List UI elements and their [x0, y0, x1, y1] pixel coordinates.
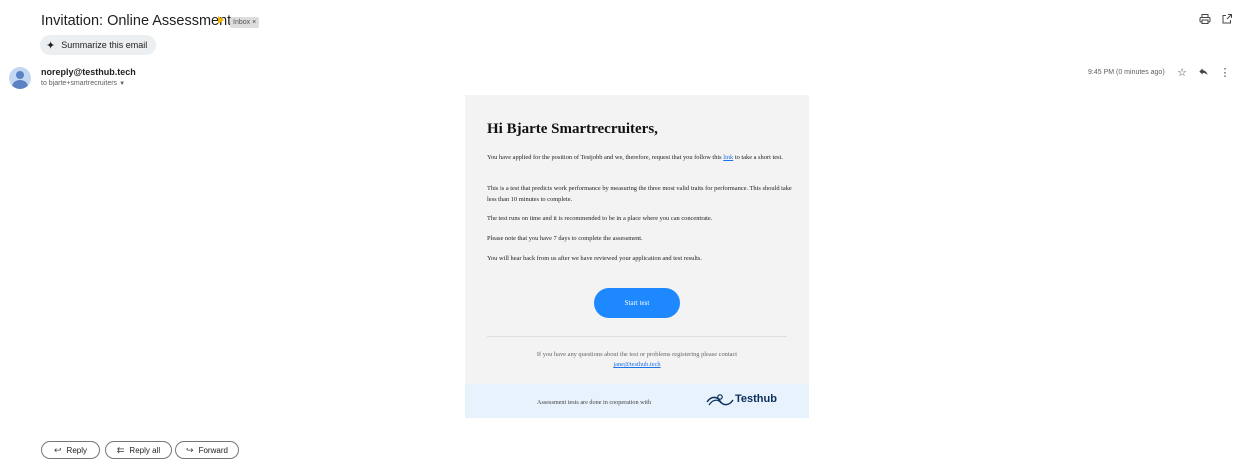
- forward-icon: ↪: [186, 444, 194, 455]
- reply-icon[interactable]: [1196, 66, 1210, 80]
- testhub-logo-icon: [705, 393, 735, 409]
- reply-all-button[interactable]: ⇇ Reply all: [105, 441, 172, 459]
- email-timestamp: 9:45 PM (0 minutes ago): [1088, 69, 1165, 76]
- divider: [487, 336, 787, 337]
- sender-address[interactable]: noreply@testhub.tech: [41, 67, 136, 77]
- email-subject: Invitation: Online Assessment: [41, 13, 232, 29]
- star-icon[interactable]: ☆: [1175, 66, 1189, 80]
- paragraph-timing: The test runs on time and it is recommen…: [487, 215, 713, 222]
- remove-label-icon[interactable]: ×: [252, 19, 256, 26]
- footer-contact: If you have any questions about the test…: [515, 350, 759, 370]
- inbox-label-chip[interactable]: Inbox ×: [230, 17, 260, 28]
- forward-label: Forward: [198, 445, 228, 455]
- reply-label: Reply: [66, 445, 87, 455]
- paragraph-apply-text: You have applied for the position of Tes…: [487, 154, 724, 161]
- cooperation-banner: Assessment tests are done in cooperation…: [465, 384, 809, 418]
- reply-all-icon: ⇇: [116, 444, 125, 455]
- contact-email-link[interactable]: jane@testhub.tech: [613, 361, 660, 368]
- paragraph-followup: You will hear back from us after we have…: [487, 255, 702, 262]
- test-link[interactable]: link: [723, 154, 733, 161]
- recipient-line[interactable]: to bjarte+smartrecruiters ▼: [41, 80, 125, 87]
- start-test-button[interactable]: Start test: [594, 288, 680, 318]
- paragraph-deadline: Please note that you have 7 days to comp…: [487, 235, 643, 242]
- reply-icon: ↩: [54, 444, 62, 455]
- brand-name: Testhub: [735, 393, 777, 405]
- sparkle-icon: ✦: [46, 39, 56, 52]
- open-in-new-window-icon[interactable]: [1219, 13, 1235, 29]
- sender-avatar[interactable]: [9, 67, 31, 89]
- summarize-button[interactable]: ✦ Summarize this email: [40, 35, 157, 55]
- greeting: Hi Bjarte Smartrecruiters,: [487, 121, 658, 137]
- importance-marker-icon[interactable]: [218, 16, 224, 24]
- email-body-card: Hi Bjarte Smartrecruiters, You have appl…: [465, 95, 809, 418]
- reply-all-label: Reply all: [129, 445, 161, 455]
- inbox-label-text: Inbox: [233, 19, 251, 26]
- forward-button[interactable]: ↪ Forward: [175, 441, 239, 459]
- footer-contact-text: If you have any questions about the test…: [536, 351, 738, 358]
- recipient-text: to bjarte+smartrecruiters: [41, 80, 118, 87]
- summarize-label: Summarize this email: [61, 40, 148, 50]
- paragraph-apply: You have applied for the position of Tes…: [487, 152, 797, 163]
- print-icon[interactable]: [1197, 13, 1213, 29]
- more-vert-icon[interactable]: ⋮: [1218, 66, 1232, 80]
- cooperation-text: Assessment tests are done in cooperation…: [537, 399, 652, 406]
- chevron-down-icon[interactable]: ▼: [119, 81, 125, 87]
- paragraph-apply-text-end: to take a short test.: [733, 154, 783, 161]
- paragraph-description: This is a test that predicts work perfor…: [487, 185, 792, 203]
- reply-button[interactable]: ↩ Reply: [41, 441, 100, 459]
